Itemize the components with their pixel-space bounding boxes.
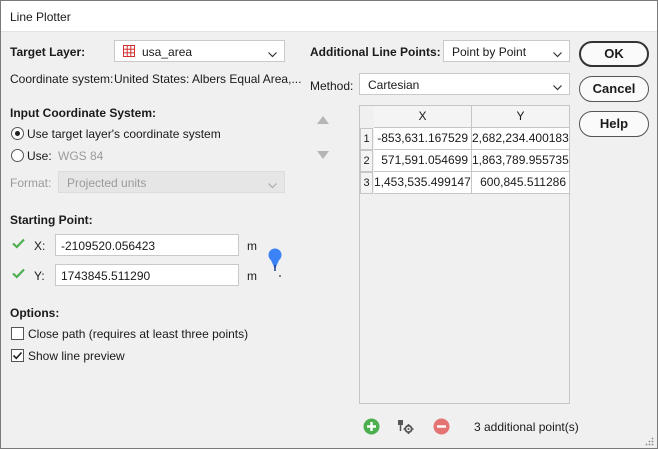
input-cs-heading: Input Coordinate System:: [10, 106, 157, 120]
help-button[interactable]: Help: [579, 111, 649, 137]
add-point-icon[interactable]: [363, 418, 380, 438]
remove-point-icon[interactable]: [433, 418, 450, 438]
x-input[interactable]: -2109520.056423: [55, 234, 239, 256]
use-target-cs-label[interactable]: Use target layer's coordinate system: [27, 127, 221, 141]
row-number[interactable]: 2: [360, 150, 373, 172]
table-cell-x[interactable]: 571,591.054699: [374, 150, 472, 172]
table-cell-x[interactable]: 1,453,535.499147: [374, 172, 472, 194]
additional-points-select[interactable]: Point by Point: [443, 40, 570, 62]
table-cell-y[interactable]: 600,845.511286: [472, 172, 570, 194]
points-table[interactable]: X Y 1 -853,631.167529 2,682,234.400183 2…: [359, 105, 570, 404]
use-custom-cs-label[interactable]: Use:: [27, 149, 52, 163]
format-select[interactable]: Projected units: [58, 171, 285, 193]
close-path-label[interactable]: Close path (requires at least three poin…: [28, 327, 248, 341]
method-label: Method:: [310, 79, 354, 93]
format-value: Projected units: [67, 176, 147, 190]
table-cell-y[interactable]: 1,863,789.955735: [472, 150, 570, 172]
x-label: X:: [34, 239, 46, 253]
layer-grid-icon: [123, 45, 135, 60]
chevron-down-icon: [268, 178, 277, 192]
ok-button[interactable]: OK: [579, 41, 649, 67]
move-down-icon[interactable]: [317, 148, 329, 162]
table-cell-x[interactable]: -853,631.167529: [374, 128, 472, 150]
cancel-button[interactable]: Cancel: [579, 76, 649, 102]
coordinate-system-label: Coordinate system:: [10, 72, 114, 86]
starting-point-heading: Starting Point:: [10, 213, 93, 227]
move-up-icon[interactable]: [317, 113, 329, 127]
map-pin-icon[interactable]: [267, 247, 283, 282]
check-valid-icon: [12, 268, 25, 282]
chevron-down-icon: [553, 80, 562, 94]
check-valid-icon: [12, 238, 25, 252]
window-title: Line Plotter: [10, 10, 71, 24]
custom-cs-value: WGS 84: [58, 149, 104, 163]
chevron-down-icon: [553, 47, 562, 61]
target-layer-label: Target Layer:: [10, 45, 86, 59]
format-label: Format:: [10, 176, 52, 190]
y-label: Y:: [34, 269, 45, 283]
close-path-checkbox[interactable]: [11, 327, 24, 340]
column-header-y[interactable]: Y: [472, 106, 570, 128]
y-input[interactable]: 1743845.511290: [55, 264, 239, 286]
y-unit: m: [247, 269, 257, 283]
point-settings-icon[interactable]: [397, 419, 415, 438]
chevron-down-icon: [268, 47, 277, 61]
coordinate-system-value: United States: Albers Equal Area,...: [114, 72, 302, 86]
use-target-cs-radio[interactable]: [11, 127, 24, 140]
show-preview-checkbox[interactable]: [11, 349, 24, 362]
target-layer-select[interactable]: usa_area: [114, 40, 285, 62]
additional-points-label: Additional Line Points:: [310, 45, 441, 59]
resize-grip-icon[interactable]: [644, 435, 654, 449]
show-preview-label[interactable]: Show line preview: [28, 349, 125, 363]
x-unit: m: [247, 239, 257, 253]
line-plotter-dialog: Line Plotter Target Layer: usa_area Coor…: [0, 0, 658, 449]
column-header-x[interactable]: X: [374, 106, 472, 128]
row-number[interactable]: 1: [360, 128, 373, 150]
table-cell-y[interactable]: 2,682,234.400183: [472, 128, 570, 150]
title-bar: Line Plotter: [1, 1, 657, 32]
row-number[interactable]: 3: [360, 172, 373, 194]
method-value: Cartesian: [368, 78, 420, 92]
y-value: 1743845.511290: [61, 269, 151, 283]
use-custom-cs-radio[interactable]: [11, 149, 24, 162]
additional-points-value: Point by Point: [452, 45, 527, 59]
target-layer-value: usa_area: [142, 45, 193, 59]
method-select[interactable]: Cartesian: [359, 73, 570, 95]
point-count-text: 3 additional point(s): [474, 420, 579, 434]
options-heading: Options:: [10, 306, 60, 320]
x-value: -2109520.056423: [61, 239, 156, 253]
